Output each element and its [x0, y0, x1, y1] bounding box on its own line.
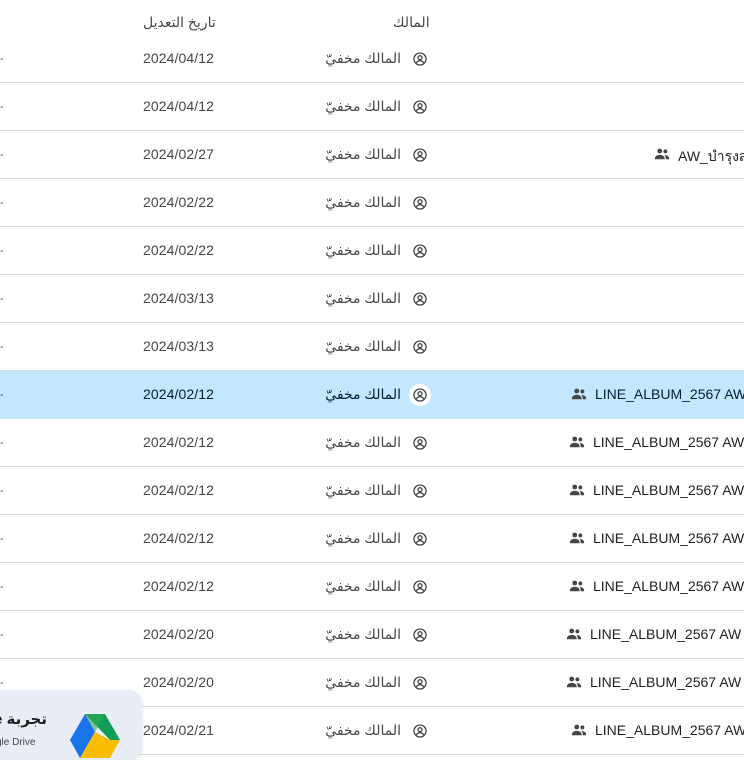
account-circle-icon	[409, 144, 431, 166]
account-circle-icon	[409, 48, 431, 70]
owner-label: المالك مخفيّ	[325, 194, 401, 210]
people-icon	[568, 481, 586, 499]
file-name[interactable]: LINE_ALBUM_2567 AW	[593, 530, 744, 546]
modified-date: 2024/02/22	[143, 194, 215, 210]
modified-date: 2024/02/20	[143, 674, 215, 690]
account-circle-icon	[409, 672, 431, 694]
file-row[interactable]: - 2024/04/12 المالك مخفيّ	[0, 35, 744, 83]
google-drive-logo-icon	[70, 714, 120, 758]
modified-date: 2024/03/13	[143, 338, 215, 354]
owner-label: المالك مخفيّ	[325, 434, 401, 450]
account-circle-icon	[409, 480, 431, 502]
modified-date: 2024/02/12	[143, 482, 215, 498]
promo-title: تجربة e	[0, 711, 47, 728]
people-icon	[570, 721, 588, 739]
file-name[interactable]: LINE_ALBUM_2567 AW	[595, 386, 744, 402]
modified-date: 2024/02/12	[143, 434, 215, 450]
people-icon	[565, 625, 583, 643]
file-row[interactable]: - 2024/02/12 المالك مخفيّ LINE_ALBUM_2567 A…	[0, 515, 744, 563]
owner-label: المالك مخفيّ	[325, 530, 401, 546]
row-overflow-glyph: -	[0, 580, 3, 592]
owner-label: المالك مخفيّ	[325, 674, 401, 690]
owner-label: المالك مخفيّ	[325, 242, 401, 258]
file-row[interactable]: - 2024/02/22 المالك مخفيّ	[0, 179, 744, 227]
file-name[interactable]: LINE_ALBUM_2567 AW ،	[590, 626, 744, 643]
modified-date: 2024/02/21	[143, 722, 215, 738]
file-name[interactable]: LINE_ALBUM_2567 AW ،	[590, 674, 744, 691]
file-row[interactable]: - 2024/02/27 المالك مخفيّ AW_บำรุงส	[0, 131, 744, 179]
modified-date: 2024/02/12	[143, 386, 215, 402]
modified-date: 2024/02/22	[143, 242, 215, 258]
file-row[interactable]: - 2024/02/22 المالك مخفيّ	[0, 227, 744, 275]
modified-date: 2024/02/27	[143, 146, 215, 162]
account-circle-icon	[409, 96, 431, 118]
people-icon	[570, 385, 588, 403]
owner-label: المالك مخفيّ	[325, 50, 401, 66]
account-circle-icon	[409, 432, 431, 454]
file-name[interactable]: AW_บำรุงส	[678, 146, 744, 168]
row-overflow-glyph: -	[0, 532, 3, 544]
owner-label: المالك مخفيّ	[325, 482, 401, 498]
people-icon	[565, 673, 583, 691]
owner-label: المالك مخفيّ	[325, 146, 401, 162]
file-name[interactable]: LINE_ALBUM_2567 AW	[593, 434, 744, 450]
owner-label: المالك مخفيّ	[325, 626, 401, 642]
file-row[interactable]: - 2024/03/13 المالك مخفيّ	[0, 323, 744, 371]
row-overflow-glyph: -	[0, 196, 3, 208]
row-overflow-glyph: -	[0, 676, 3, 688]
file-name[interactable]: LINE_ALBUM_2567 AW	[595, 722, 744, 738]
owner-label: المالك مخفيّ	[325, 290, 401, 306]
file-row[interactable]: - 2024/02/12 المالك مخفيّ LINE_ALBUM_2567 A…	[0, 563, 744, 611]
account-circle-icon	[409, 576, 431, 598]
modified-date: 2024/02/12	[143, 578, 215, 594]
modified-date: 2024/04/12	[143, 50, 215, 66]
drive-promo-card[interactable]: تجربة e gle Drive	[0, 690, 142, 760]
file-row[interactable]: - 2024/03/13 المالك مخفيّ	[0, 275, 744, 323]
row-overflow-glyph: -	[0, 628, 3, 640]
file-row[interactable]: - 2024/02/20 المالك مخفيّ LINE_ALBUM_2567 A…	[0, 611, 744, 659]
account-circle-icon	[409, 624, 431, 646]
row-overflow-glyph: -	[0, 100, 3, 112]
row-overflow-glyph: -	[0, 436, 3, 448]
owner-label: المالك مخفيّ	[325, 386, 401, 402]
file-row[interactable]: - 2024/02/12 المالك مخفيّ LINE_ALBUM_2567 A…	[0, 467, 744, 515]
column-header-modified-date[interactable]: تاريخ التعديل	[143, 14, 216, 31]
account-circle-icon	[409, 720, 431, 742]
file-row[interactable]: - 2024/02/12 المالك مخفيّ LINE_ALBUM_2567 A…	[0, 371, 744, 419]
account-circle-icon	[409, 384, 431, 406]
row-overflow-glyph: -	[0, 292, 3, 304]
row-overflow-glyph: -	[0, 148, 3, 160]
people-icon	[568, 433, 586, 451]
row-overflow-glyph: -	[0, 52, 3, 64]
modified-date: 2024/04/12	[143, 98, 215, 114]
people-icon	[653, 145, 671, 163]
account-circle-icon	[409, 240, 431, 262]
row-overflow-glyph: -	[0, 388, 3, 400]
modified-date: 2024/03/13	[143, 290, 215, 306]
owner-label: المالك مخفيّ	[325, 98, 401, 114]
file-row[interactable]: - 2024/02/12 المالك مخفيّ LINE_ALBUM_2567 A…	[0, 419, 744, 467]
row-overflow-glyph: -	[0, 244, 3, 256]
column-header-owner[interactable]: المالك	[393, 14, 430, 31]
file-name[interactable]: LINE_ALBUM_2567 AW	[593, 578, 744, 594]
account-circle-icon	[409, 336, 431, 358]
account-circle-icon	[409, 528, 431, 550]
owner-label: المالك مخفيّ	[325, 578, 401, 594]
row-overflow-glyph: -	[0, 484, 3, 496]
people-icon	[568, 577, 586, 595]
modified-date: 2024/02/20	[143, 626, 215, 642]
file-name[interactable]: LINE_ALBUM_2567 AW	[593, 482, 744, 498]
owner-label: المالك مخفيّ	[325, 338, 401, 354]
account-circle-icon	[409, 192, 431, 214]
promo-subtitle: gle Drive	[0, 737, 36, 748]
modified-date: 2024/02/12	[143, 530, 215, 546]
people-icon	[568, 529, 586, 547]
row-overflow-glyph: -	[0, 340, 3, 352]
file-row[interactable]: - 2024/04/12 المالك مخفيّ	[0, 83, 744, 131]
account-circle-icon	[409, 288, 431, 310]
owner-label: المالك مخفيّ	[325, 722, 401, 738]
